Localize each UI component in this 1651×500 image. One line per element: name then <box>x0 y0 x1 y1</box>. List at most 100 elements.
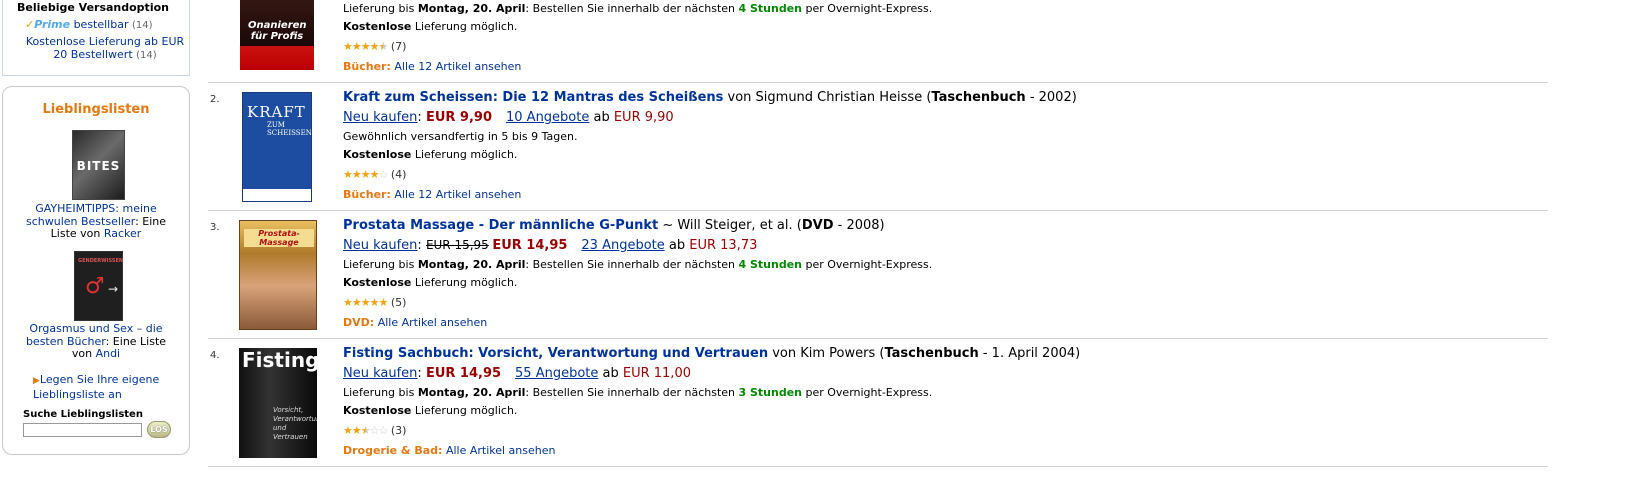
cover-title: KRAFT <box>247 103 306 121</box>
offers-from: ab <box>664 238 690 253</box>
free-shipping-filter[interactable]: Kostenlose Lieferung ab EUR 20 Bestellwe… <box>25 35 185 62</box>
delivery-date: Montag, 20. April <box>417 2 526 15</box>
list-cover-image[interactable]: GENDERWISSEN ♂ → <box>74 251 123 321</box>
product-author: von Kim Powers ( <box>768 346 885 361</box>
prime-filter[interactable]: ✓Prime bestellbar (14) <box>25 18 153 31</box>
product-cover-image[interactable]: Fisting Vorsicht, Verantwortung und Vert… <box>239 348 317 458</box>
category-link[interactable]: Alle 12 Artikel ansehen <box>394 188 521 201</box>
star-icon: ★ <box>343 424 353 437</box>
cover-title: Fisting <box>242 348 317 372</box>
search-lists-input[interactable] <box>23 423 142 437</box>
product-cover-image[interactable]: KRAFT ZUM SCHEISSEN <box>242 92 312 202</box>
delivery-line: Lieferung bis Montag, 20. April: Bestell… <box>343 386 932 399</box>
star-icon: ★ <box>351 424 362 437</box>
star-icon: ★ <box>351 168 362 181</box>
category-link[interactable]: Alle Artikel ansehen <box>378 316 488 329</box>
star-icon: ☆ <box>378 168 389 181</box>
delivery-suffix: per Overnight-Express. <box>802 258 933 271</box>
product-author: von Sigmund Christian Heisse ( <box>723 90 932 105</box>
category-line: Bücher: Alle 12 Artikel ansehen <box>343 60 521 73</box>
offers-link[interactable]: 55 Angebote <box>515 366 598 381</box>
star-icon: ★ <box>378 40 389 53</box>
rating-count[interactable]: (3) <box>391 424 407 437</box>
title-line: Fisting Sachbuch: Vorsicht, Verantwortun… <box>343 346 1080 361</box>
offers-price: EUR 13,73 <box>689 238 758 253</box>
product-title-link[interactable]: Prostata Massage - Der männliche G-Punkt <box>343 218 658 233</box>
result-divider <box>208 210 1548 211</box>
list-author-link[interactable]: Andi <box>96 347 121 360</box>
rating-stars[interactable]: ★★★☆☆ <box>343 424 389 437</box>
star-icon: ☆ <box>378 424 389 437</box>
buy-new-link[interactable]: Neu kaufen <box>343 366 417 381</box>
delivery-mid: : Bestellen Sie innerhalb der nächsten <box>525 258 739 271</box>
buy-sep: : <box>417 238 426 253</box>
rating-count[interactable]: (5) <box>391 296 407 309</box>
category-link[interactable]: Alle Artikel ansehen <box>446 444 556 457</box>
rating-count[interactable]: (4) <box>391 168 407 181</box>
star-icon: ☆ <box>369 424 380 437</box>
star-icon: ★ <box>343 40 353 53</box>
category-line: DVD: Alle Artikel ansehen <box>343 316 487 329</box>
prime-filter-link[interactable]: bestellbar <box>74 18 129 31</box>
shipping-filter-box: Beliebige Versandoption ✓Prime bestellba… <box>2 0 190 76</box>
free-shipping-text: Lieferung möglich. <box>411 276 518 289</box>
category-label: Drogerie & Bad: <box>343 444 443 457</box>
cover-subtitle: ZUM SCHEISSEN <box>267 121 312 137</box>
delivery-suffix: per Overnight-Express. <box>802 2 933 15</box>
delivery-hours: 4 Stunden <box>738 258 803 271</box>
offers-from: ab <box>589 110 614 125</box>
offers-from: ab <box>598 366 623 381</box>
search-go-button[interactable]: LOS <box>147 421 171 438</box>
prime-logo: Prime <box>34 18 71 31</box>
star-icon: ★ <box>378 296 389 309</box>
buy-new-link[interactable]: Neu kaufen <box>343 238 417 253</box>
product-cover-image[interactable]: Onanieren für Profis <box>240 0 314 70</box>
category-link[interactable]: Alle 12 Artikel ansehen <box>394 60 521 73</box>
rating-stars[interactable]: ★★★★☆ <box>343 168 389 181</box>
product-title-link[interactable]: Fisting Sachbuch: Vorsicht, Verantwortun… <box>343 346 768 361</box>
cover-title: Prostata-Massage <box>244 229 314 247</box>
rating-stars[interactable]: ★★★★★ <box>343 40 389 53</box>
favorite-lists-title: Lieblingslisten <box>42 102 150 117</box>
title-line: Kraft zum Scheissen: Die 12 Mantras des … <box>343 90 1077 105</box>
rating-line[interactable]: ★★★☆☆ (3) <box>343 424 406 437</box>
buy-sep: : <box>417 366 426 381</box>
list-item: GAYHEIMTIPPS: meine schwulen Bestseller:… <box>21 202 171 241</box>
product-cover-image[interactable]: Prostata-Massage <box>239 220 317 330</box>
star-icon: ★ <box>369 168 380 181</box>
create-list-link[interactable]: Legen Sie Ihre eigene Lieblingsliste an <box>33 373 159 401</box>
free-shipping-count: (14) <box>136 50 157 61</box>
availability-line: Gewöhnlich versandfertig in 5 bis 9 Tage… <box>343 130 578 143</box>
list-cover-text: BITES <box>76 159 121 173</box>
arrow-right-icon: → <box>107 282 118 296</box>
result-number: 4. <box>210 350 220 361</box>
list-author-link[interactable]: Racker <box>104 227 141 240</box>
buy-new-link[interactable]: Neu kaufen <box>343 110 417 125</box>
free-shipping-bold: Kostenlose <box>343 404 412 417</box>
list-cover-image[interactable]: BITES <box>72 130 125 200</box>
rating-stars[interactable]: ★★★★★ <box>343 296 389 309</box>
star-icon: ★ <box>343 168 353 181</box>
result-divider <box>208 82 1548 83</box>
old-price: EUR 15,95 <box>425 238 489 252</box>
offers-link[interactable]: 23 Angebote <box>581 238 664 253</box>
product-format: Taschenbuch <box>884 346 979 361</box>
rating-line[interactable]: ★★★★★ (7) <box>343 40 406 53</box>
rating-line[interactable]: ★★★★★ (5) <box>343 296 406 309</box>
product-title-link[interactable]: Kraft zum Scheissen: Die 12 Mantras des … <box>343 90 723 105</box>
category-line: Drogerie & Bad: Alle Artikel ansehen <box>343 444 555 457</box>
product-author: ~ Will Steiger, et al. ( <box>658 218 802 233</box>
free-shipping-link[interactable]: Kostenlose Lieferung ab EUR 20 Bestellwe… <box>26 35 184 61</box>
free-shipping-text: Lieferung möglich. <box>411 148 518 161</box>
delivery-mid: : Bestellen Sie innerhalb der nächsten <box>525 2 739 15</box>
product-year: - 1. April 2004) <box>978 346 1081 361</box>
rating-count[interactable]: (7) <box>391 40 407 53</box>
create-list[interactable]: ▶Legen Sie Ihre eigene Lieblingsliste an <box>33 373 189 401</box>
delivery-prefix: Lieferung bis <box>343 258 418 271</box>
offers-link[interactable]: 10 Angebote <box>506 110 589 125</box>
rating-line[interactable]: ★★★★☆ (4) <box>343 168 406 181</box>
delivery-suffix: per Overnight-Express. <box>802 386 933 399</box>
star-icon: ★ <box>369 40 380 53</box>
product-price: EUR 9,90 <box>425 110 492 125</box>
free-shipping-bold: Kostenlose <box>343 276 412 289</box>
